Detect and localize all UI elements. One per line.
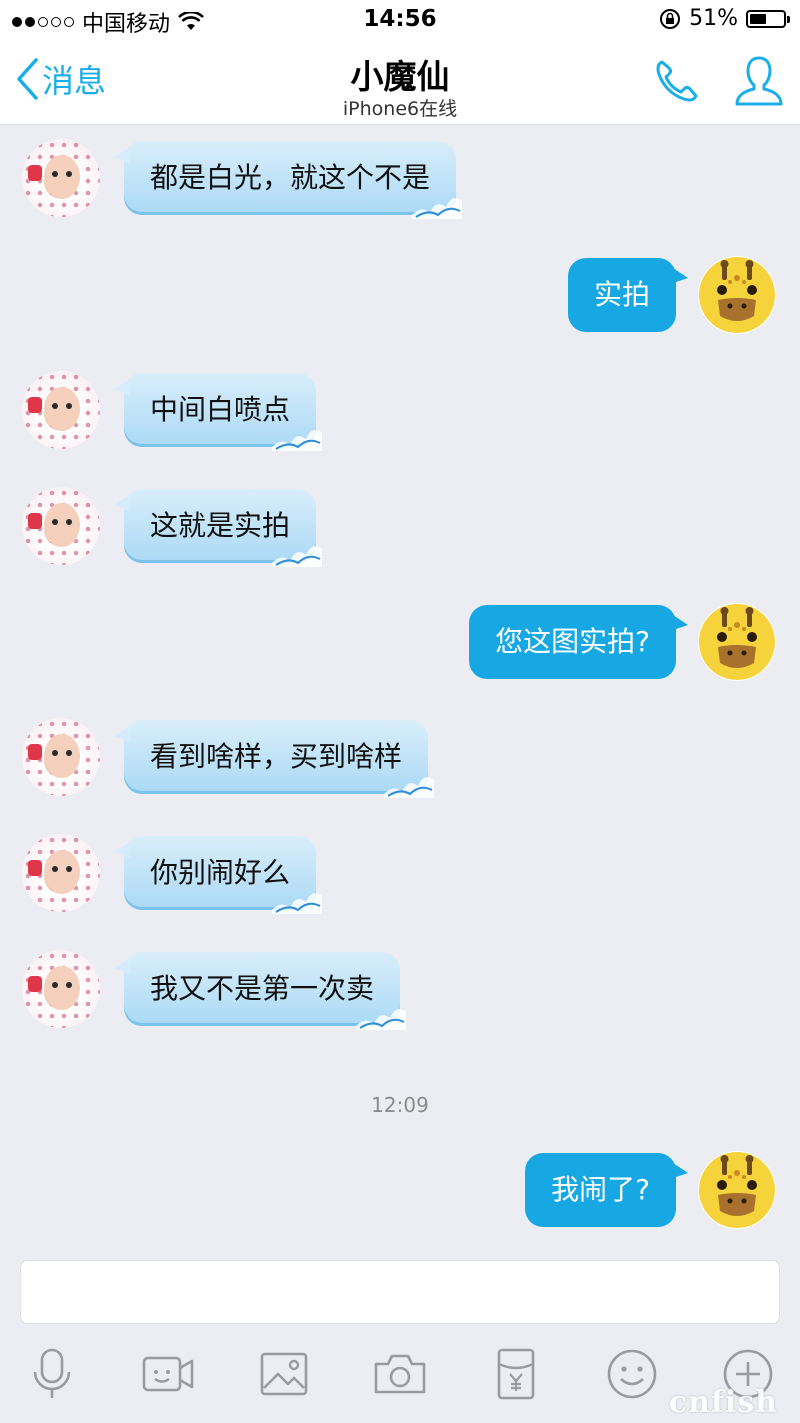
message-timestamp: 12:09 [371, 1093, 429, 1117]
profile-icon[interactable] [732, 52, 786, 110]
friend-avatar[interactable] [22, 718, 100, 796]
wave-decoration-icon [272, 893, 323, 914]
giraffe-avatar-icon [699, 604, 775, 680]
message-text: 我又不是第一次卖 [150, 972, 375, 1005]
friend-avatar[interactable] [22, 139, 100, 217]
message-bubble[interactable]: 这就是实拍 [113, 489, 323, 567]
friend-avatar[interactable] [22, 487, 100, 565]
giraffe-avatar-icon [699, 1152, 775, 1228]
battery-percent: 51% [689, 6, 738, 31]
friend-avatar[interactable] [22, 371, 100, 449]
navigation-bar: 消息 小魔仙 iPhone6在线 [0, 40, 800, 125]
message-text: 我闹了? [551, 1173, 650, 1206]
rotation-lock-icon [660, 8, 681, 29]
chat-area[interactable]: 都是白光，就这个不是 实拍 中间白喷点 这就是实拍 您这图实拍? 看到啥样，买到… [0, 125, 800, 1250]
my-avatar[interactable] [698, 1151, 776, 1229]
message-bubble[interactable]: 我闹了? [525, 1153, 688, 1227]
message-text: 您这图实拍? [495, 625, 650, 658]
giraffe-avatar-icon [699, 257, 775, 333]
phone-icon[interactable] [652, 56, 702, 106]
camera-icon[interactable] [370, 1344, 430, 1404]
wave-decoration-icon [272, 430, 323, 451]
friend-avatar[interactable] [22, 834, 100, 912]
message-text: 都是白光，就这个不是 [150, 161, 431, 194]
message-bubble[interactable]: 你别闹好么 [113, 836, 323, 914]
message-bubble[interactable]: 看到啥样，买到啥样 [113, 720, 435, 798]
video-icon[interactable] [138, 1344, 198, 1404]
message-bubble[interactable]: 您这图实拍? [469, 605, 688, 679]
message-bubble[interactable]: 都是白光，就这个不是 [113, 141, 463, 219]
wave-decoration-icon [412, 198, 463, 219]
message-bubble[interactable]: 中间白喷点 [113, 373, 323, 451]
my-avatar[interactable] [698, 603, 776, 681]
message-input[interactable] [20, 1260, 780, 1324]
wave-decoration-icon [272, 546, 323, 567]
message-bubble[interactable]: 我又不是第一次卖 [113, 952, 407, 1030]
red-packet-icon[interactable] [486, 1344, 546, 1404]
message-bubble[interactable]: 实拍 [567, 258, 689, 332]
message-text: 看到啥样，买到啥样 [150, 740, 403, 773]
wave-decoration-icon [384, 777, 435, 798]
message-text: 实拍 [593, 278, 650, 311]
my-avatar[interactable] [698, 256, 776, 334]
status-right: 51% [659, 6, 790, 31]
emoji-icon[interactable] [602, 1344, 662, 1404]
friend-avatar[interactable] [22, 950, 100, 1028]
microphone-icon[interactable] [22, 1344, 82, 1404]
wave-decoration-icon [356, 1009, 407, 1030]
image-icon[interactable] [254, 1344, 314, 1404]
status-bar: 中国移动 14:56 51% [0, 0, 800, 40]
battery-icon [746, 9, 790, 28]
watermark: cnfish [668, 1385, 778, 1420]
